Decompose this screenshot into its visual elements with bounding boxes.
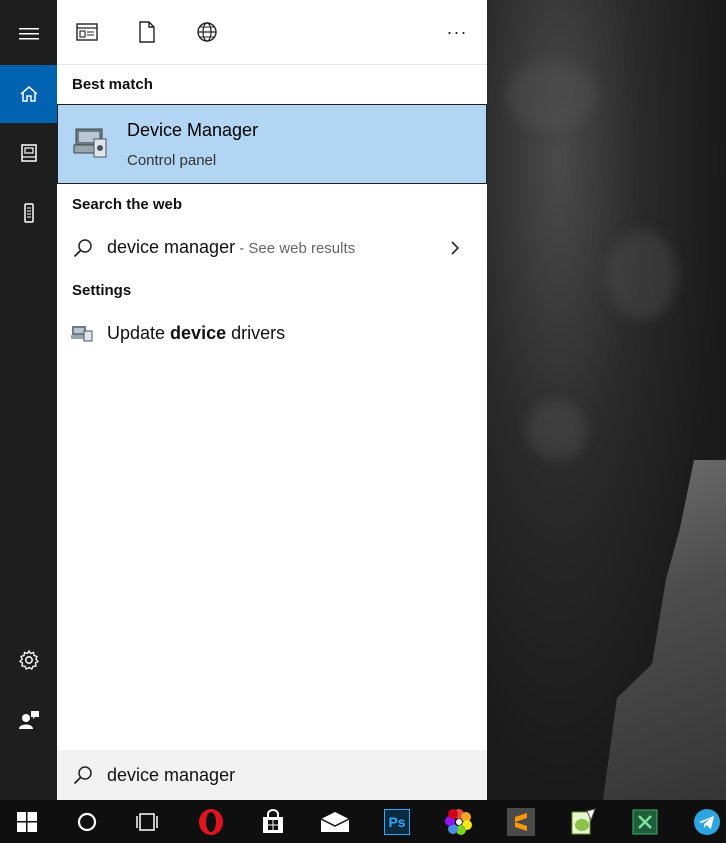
photoshop-taskbar-button[interactable]: Ps [372, 800, 422, 843]
settings-result-suffix: drivers [226, 323, 286, 343]
search-box-icon [73, 766, 92, 785]
cortana-button[interactable] [62, 800, 112, 843]
best-match-result[interactable]: Device Manager Control panel [57, 104, 487, 184]
best-match-header: Best match [72, 76, 153, 93]
home-icon [20, 86, 37, 102]
search-icon [73, 239, 92, 258]
pinwheel-icon [445, 808, 472, 835]
device-manager-icon [73, 128, 107, 158]
web-search-result[interactable]: device manager - See web results [57, 228, 487, 268]
globe-icon [197, 22, 217, 42]
taskbar: Ps [0, 800, 726, 843]
notebook-button[interactable] [0, 124, 57, 182]
documents-filter-button[interactable] [133, 18, 161, 46]
task-view-button[interactable] [122, 800, 172, 843]
search-panel: ··· Best match Device Manager Control pa… [57, 0, 487, 800]
hamburger-icon [18, 28, 39, 40]
opera-taskbar-button[interactable] [186, 800, 236, 843]
store-taskbar-button[interactable] [248, 800, 298, 843]
search-input[interactable] [107, 762, 467, 788]
document-icon [139, 21, 155, 43]
photoshop-icon: Ps [384, 808, 410, 835]
telegram-taskbar-button[interactable] [682, 800, 726, 843]
settings-result-bold: device [170, 323, 227, 343]
device-drivers-icon [71, 326, 93, 342]
start-rail [0, 0, 57, 800]
spreadsheet-icon [632, 809, 658, 834]
web-section-header: Search the web [72, 196, 183, 213]
home-button[interactable] [0, 65, 57, 123]
apps-filter-button[interactable] [73, 18, 101, 46]
feedback-button[interactable] [0, 691, 57, 749]
hamburger-menu-button[interactable] [0, 5, 57, 63]
best-match-title: Device Manager [127, 120, 259, 140]
spreadsheet-taskbar-button[interactable] [620, 800, 670, 843]
notepad-plus-plus-icon [571, 807, 596, 834]
settings-button[interactable] [0, 631, 57, 689]
web-result-hint: - See web results [235, 240, 356, 257]
settings-result-prefix: Update [107, 323, 171, 343]
settings-section-header: Settings [72, 282, 132, 299]
start-button[interactable] [2, 800, 52, 843]
apps-filter-icon [76, 23, 98, 41]
devices-button[interactable] [0, 184, 57, 242]
more-options-button[interactable]: ··· [443, 18, 471, 46]
pinwheel-taskbar-button[interactable] [434, 800, 484, 843]
notebook-icon [20, 144, 37, 162]
tower-icon [23, 203, 34, 223]
store-icon [263, 808, 283, 833]
desktop-wallpaper [487, 0, 726, 800]
chevron-right-icon[interactable] [449, 240, 461, 256]
mail-taskbar-button[interactable] [310, 800, 360, 843]
sublime-text-icon [507, 807, 535, 836]
web-filter-button[interactable] [193, 18, 221, 46]
mail-icon [320, 811, 350, 832]
wallpaper-figure [603, 460, 726, 800]
notepad-plus-plus-taskbar-button[interactable] [558, 800, 608, 843]
task-view-icon [136, 812, 158, 831]
sublime-taskbar-button[interactable] [496, 800, 546, 843]
filter-bar: ··· [57, 0, 487, 65]
feedback-icon [18, 711, 39, 729]
gear-icon [18, 649, 39, 670]
cortana-icon [77, 812, 97, 831]
search-box[interactable] [57, 750, 487, 800]
web-result-query: device manager [107, 237, 236, 257]
best-match-subtitle: Control panel [127, 152, 217, 169]
windows-logo-icon [17, 811, 37, 832]
settings-result[interactable]: Update device drivers [57, 314, 487, 354]
telegram-icon [694, 808, 720, 835]
opera-icon [199, 808, 223, 835]
